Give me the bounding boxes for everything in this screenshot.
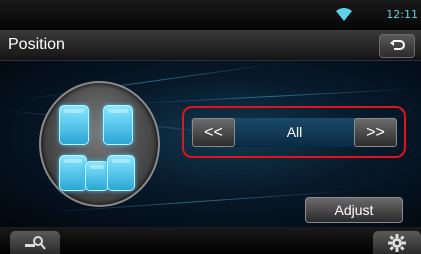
wifi-icon xyxy=(336,7,352,21)
position-value: All xyxy=(286,124,303,140)
title-bar: Position xyxy=(0,30,421,61)
settings-button[interactable] xyxy=(373,231,421,254)
back-return-icon xyxy=(390,40,405,50)
status-bar: 12:11 xyxy=(0,0,421,30)
page-title: Position xyxy=(8,36,65,53)
adjust-button[interactable]: Adjust xyxy=(305,197,403,223)
seat-rear-right[interactable] xyxy=(107,155,135,191)
seat-front-left[interactable] xyxy=(59,105,89,145)
seat-rear-center[interactable] xyxy=(85,161,109,191)
seat-front-right[interactable] xyxy=(103,105,133,145)
back-button[interactable] xyxy=(379,34,415,58)
search-settings-icon xyxy=(25,235,46,250)
vehicle-seat-diagram[interactable] xyxy=(39,81,160,207)
seat-rear-left[interactable] xyxy=(59,155,87,191)
search-settings-button[interactable] xyxy=(10,231,60,254)
bottom-bar xyxy=(0,227,421,254)
prev-position-button[interactable]: << xyxy=(192,118,235,147)
gear-icon xyxy=(388,233,406,252)
next-position-button[interactable]: >> xyxy=(354,118,397,147)
clock: 12:11 xyxy=(386,8,418,21)
